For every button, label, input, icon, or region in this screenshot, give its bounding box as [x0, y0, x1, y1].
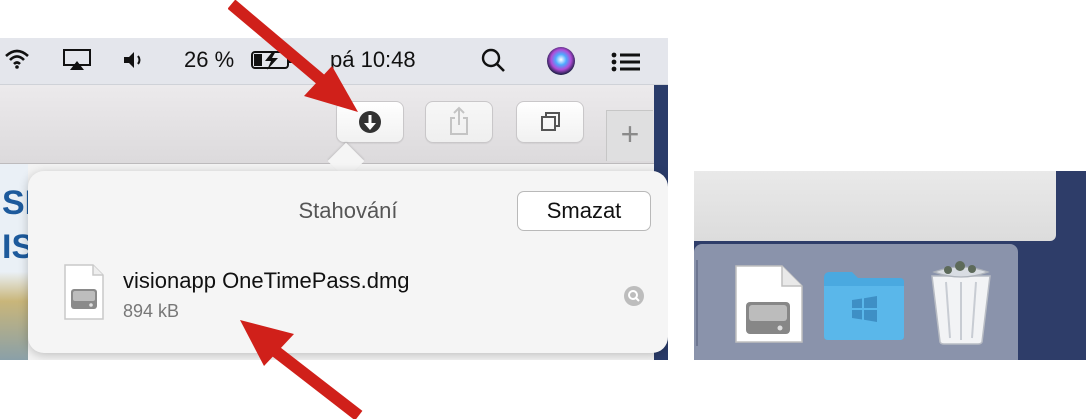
share-icon — [450, 106, 468, 135]
dock — [694, 244, 1018, 360]
clear-downloads-button[interactable]: Smazat — [517, 191, 651, 231]
dmg-file-icon — [64, 264, 104, 320]
web-page-left-edge: SK IS — [0, 164, 49, 360]
trash-full-icon[interactable] — [926, 254, 996, 346]
notification-center-icon[interactable] — [611, 50, 641, 80]
reveal-in-finder-icon[interactable] — [624, 286, 644, 306]
dmg-file-icon[interactable] — [732, 264, 806, 344]
download-file-name: visionapp OneTimePass.dmg — [123, 268, 410, 293]
windows-folder-icon[interactable] — [820, 266, 908, 344]
wifi-icon[interactable] — [4, 48, 30, 78]
airplay-icon[interactable] — [62, 48, 92, 80]
tabs-icon — [541, 112, 560, 131]
battery-percentage: 26 % — [184, 47, 235, 72]
new-tab-button[interactable]: + — [606, 110, 653, 161]
dock-crop — [694, 171, 1086, 360]
siri-icon[interactable] — [546, 46, 576, 84]
volume-icon[interactable] — [122, 49, 146, 79]
tabs-overview-button[interactable] — [516, 101, 584, 143]
annotation-arrow-top — [228, 0, 358, 112]
background-window — [694, 171, 1056, 241]
dock-separator — [696, 260, 698, 346]
spotlight-search-icon[interactable] — [480, 47, 506, 81]
annotation-arrow-bottom — [240, 320, 363, 419]
share-button[interactable] — [425, 101, 493, 143]
download-file-size: 894 kB — [123, 301, 180, 321]
